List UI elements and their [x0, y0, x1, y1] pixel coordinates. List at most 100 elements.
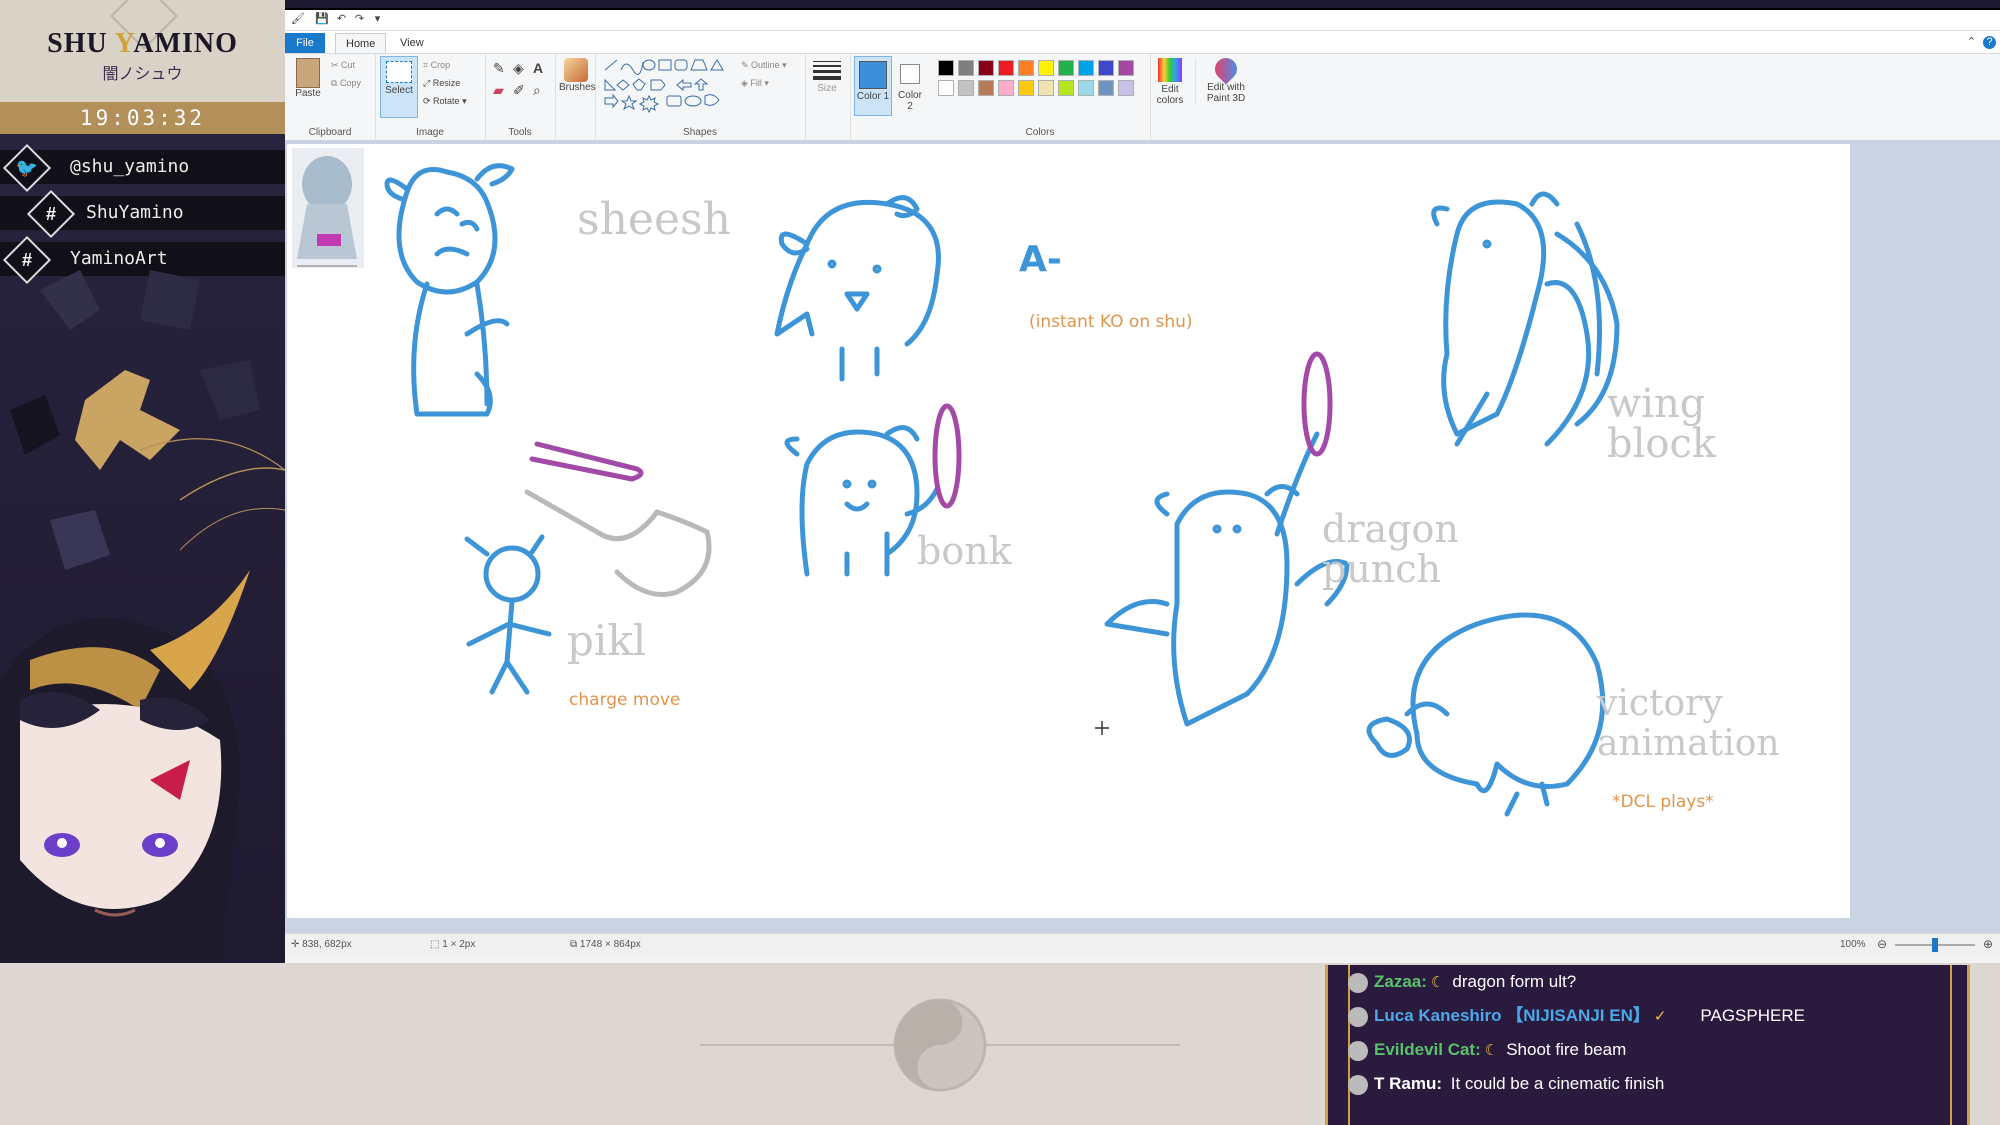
color-swatch[interactable]	[1058, 60, 1074, 76]
color-swatch[interactable]	[958, 60, 974, 76]
copy-button[interactable]: ⧉ Copy	[331, 78, 361, 89]
paste-button[interactable]: Paste	[293, 58, 323, 99]
group-label: Shapes	[683, 127, 717, 138]
tab-file[interactable]: File	[285, 33, 325, 53]
size-button[interactable]: Size	[809, 58, 845, 94]
chat-text: PAGSPHERE	[1700, 1006, 1805, 1025]
color-swatch[interactable]	[1058, 80, 1074, 96]
drawing-canvas[interactable]: sheesh A- wing block bonk dragon punch p…	[287, 144, 1850, 918]
resize-button[interactable]: ⤢ Resize	[423, 78, 460, 89]
help-icon[interactable]: ?	[1983, 36, 1996, 49]
select-icon	[386, 61, 412, 83]
magnifier-icon[interactable]: ⌕	[533, 82, 541, 99]
sketch-label-pikl: pikl	[567, 616, 647, 665]
moon-badge-icon: ☾	[1430, 974, 1445, 991]
group-image: Select ⌗ Crop ⤢ Resize ⟳ Rotate ▾ Image	[375, 54, 486, 140]
stream-clock: 19:03:32	[79, 106, 206, 130]
paint3d-button[interactable]: Edit with Paint 3D	[1195, 53, 1256, 104]
color-swatch[interactable]	[1078, 60, 1094, 76]
group-label: Image	[416, 127, 444, 138]
color-swatch[interactable]	[1018, 80, 1034, 96]
chat-overlay: Zazaa: ☾ dragon form ult? Luca Kaneshiro 【N…	[1325, 965, 1970, 1125]
fill-bucket-icon[interactable]: ◈	[513, 60, 524, 77]
social-row-twitter: 🐦 @shu_yamino	[0, 143, 285, 193]
tab-home[interactable]: Home	[335, 33, 387, 54]
color-swatch[interactable]	[1018, 60, 1034, 76]
sheesh-figure	[384, 163, 515, 417]
ribbon-collapse-icon[interactable]: ⌃	[1965, 36, 1978, 49]
color-swatch[interactable]	[998, 60, 1014, 76]
title-bar: 🖌 💾 ↶ ↷ ▾	[285, 10, 2000, 31]
brand-subtitle: 闇ノシュウ	[102, 64, 183, 83]
a-minus-figure	[774, 195, 941, 382]
color1-button[interactable]: Color 1	[854, 56, 892, 116]
stream-overlay-left: SHU YAMINO 闇ノシュウ 19:03:32 🐦 @shu_yamino …	[0, 0, 285, 965]
color-picker-icon[interactable]: ✐	[513, 82, 525, 99]
save-icon[interactable]: 💾	[315, 13, 329, 26]
pencil-icon[interactable]: ✎	[493, 60, 505, 77]
chat-avatar	[1348, 1074, 1368, 1095]
sheesh-sword	[529, 441, 644, 482]
color-swatch[interactable]	[1118, 80, 1134, 96]
tab-view[interactable]: View	[390, 33, 434, 53]
color-swatch[interactable]	[978, 80, 994, 96]
edit-colors-icon	[1158, 58, 1182, 82]
chat-username: Zazaa:	[1374, 972, 1427, 991]
color-swatch[interactable]	[978, 60, 994, 76]
moon-badge-icon: ☾	[1484, 1042, 1499, 1059]
color-swatch[interactable]	[1118, 60, 1134, 76]
app-icon: 🖌	[291, 13, 305, 25]
color-swatch[interactable]	[1098, 60, 1114, 76]
crosshair-cursor	[1095, 721, 1109, 735]
twitter-icon: 🐦	[2, 143, 52, 193]
outline-button[interactable]: ✎ Outline ▾	[741, 60, 787, 71]
color-swatch[interactable]	[998, 80, 1014, 96]
cut-button[interactable]: ✂ Cut	[331, 60, 355, 71]
wing-block-figure	[1431, 191, 1620, 447]
reference-character-accent	[317, 234, 341, 246]
hashtag-icon: #	[26, 189, 76, 239]
undo-icon[interactable]: ↶	[335, 13, 348, 26]
chat-username: Evildevil Cat:	[1374, 1040, 1481, 1059]
eraser-icon[interactable]: ▰	[493, 82, 504, 99]
paint-window: 🖌 💾 ↶ ↷ ▾ File Home View ⌃ ? Paste ✂ Cut…	[285, 8, 2000, 965]
brush-icon	[564, 58, 588, 82]
text-tool-icon[interactable]: A	[533, 60, 543, 76]
brand-header: SHU YAMINO 闇ノシュウ	[0, 0, 285, 102]
customize-quick-access-icon[interactable]: ▾	[371, 13, 384, 26]
redo-icon[interactable]: ↷	[353, 13, 366, 26]
zoom-in-icon[interactable]: ⊕	[1983, 937, 1993, 951]
dragon-punch-figure	[1104, 431, 1350, 727]
crop-button[interactable]: ⌗ Crop	[423, 60, 450, 71]
color-swatch[interactable]	[938, 80, 954, 96]
color-swatch[interactable]	[938, 60, 954, 76]
chat-message: T Ramu: It could be a cinematic finish	[1348, 1069, 1664, 1099]
sketch-label-wing-block: wing block	[1607, 381, 1717, 467]
color-swatch[interactable]	[1078, 80, 1094, 96]
rotate-button[interactable]: ⟳ Rotate ▾	[423, 96, 467, 107]
chat-text: dragon form ult?	[1452, 972, 1577, 991]
color-swatch[interactable]	[1038, 80, 1054, 96]
note-instant-ko: (instant KO on shu)	[1029, 312, 1193, 332]
shapes-gallery[interactable]	[601, 58, 731, 114]
brushes-button[interactable]: Brushes	[559, 58, 596, 93]
select-button[interactable]: Select	[380, 56, 418, 118]
canvas-workspace: sheesh A- wing block bonk dragon punch p…	[285, 140, 2000, 933]
group-brushes: Brushes	[555, 54, 596, 140]
cursor-position: ✛ 838, 682px	[291, 939, 352, 950]
chat-text: Shoot fire beam	[1506, 1040, 1627, 1059]
zoom-out-icon[interactable]: ⊖	[1877, 937, 1887, 951]
color2-button[interactable]: Color 2	[894, 56, 926, 112]
color-swatch[interactable]	[1098, 80, 1114, 96]
note-dcl-plays: *DCL plays*	[1612, 792, 1714, 812]
fill-button[interactable]: ◈ Fill ▾	[741, 78, 769, 89]
edit-colors-button[interactable]: Edit colors	[1150, 58, 1190, 106]
paint3d-icon	[1210, 53, 1242, 85]
group-shapes: ✎ Outline ▾ ◈ Fill ▾ Shapes	[595, 54, 806, 140]
zoom-slider-thumb[interactable]	[1932, 938, 1938, 952]
pikl-ghost-sketch	[524, 489, 712, 597]
clock-bar: 19:03:32	[0, 102, 285, 134]
color-swatch[interactable]	[1038, 60, 1054, 76]
color-swatch[interactable]	[958, 80, 974, 96]
group-label: Tools	[508, 127, 532, 138]
